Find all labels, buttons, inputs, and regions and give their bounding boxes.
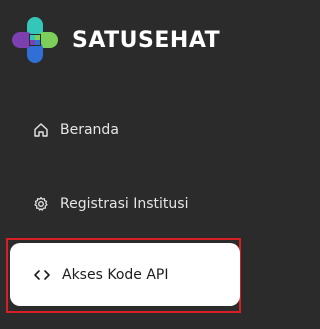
nav-item-label: Akses Kode API <box>62 266 169 283</box>
nav-item-registrasi-institusi[interactable]: Registrasi Institusi <box>32 195 188 213</box>
sidebar: SATUSEHAT Beranda Registrasi Institusi A… <box>0 0 247 329</box>
home-icon <box>32 121 50 139</box>
gear-icon <box>32 195 50 213</box>
brand-name: SATUSEHAT <box>72 27 221 53</box>
satusehat-logo-icon <box>12 17 58 63</box>
code-icon <box>32 266 52 284</box>
nav-item-label: Beranda <box>60 122 119 138</box>
nav-item-label: Registrasi Institusi <box>60 196 189 212</box>
nav-item-akses-kode-api[interactable]: Akses Kode API <box>10 243 240 306</box>
nav-item-beranda[interactable]: Beranda <box>32 121 119 139</box>
brand[interactable]: SATUSEHAT <box>10 14 220 66</box>
